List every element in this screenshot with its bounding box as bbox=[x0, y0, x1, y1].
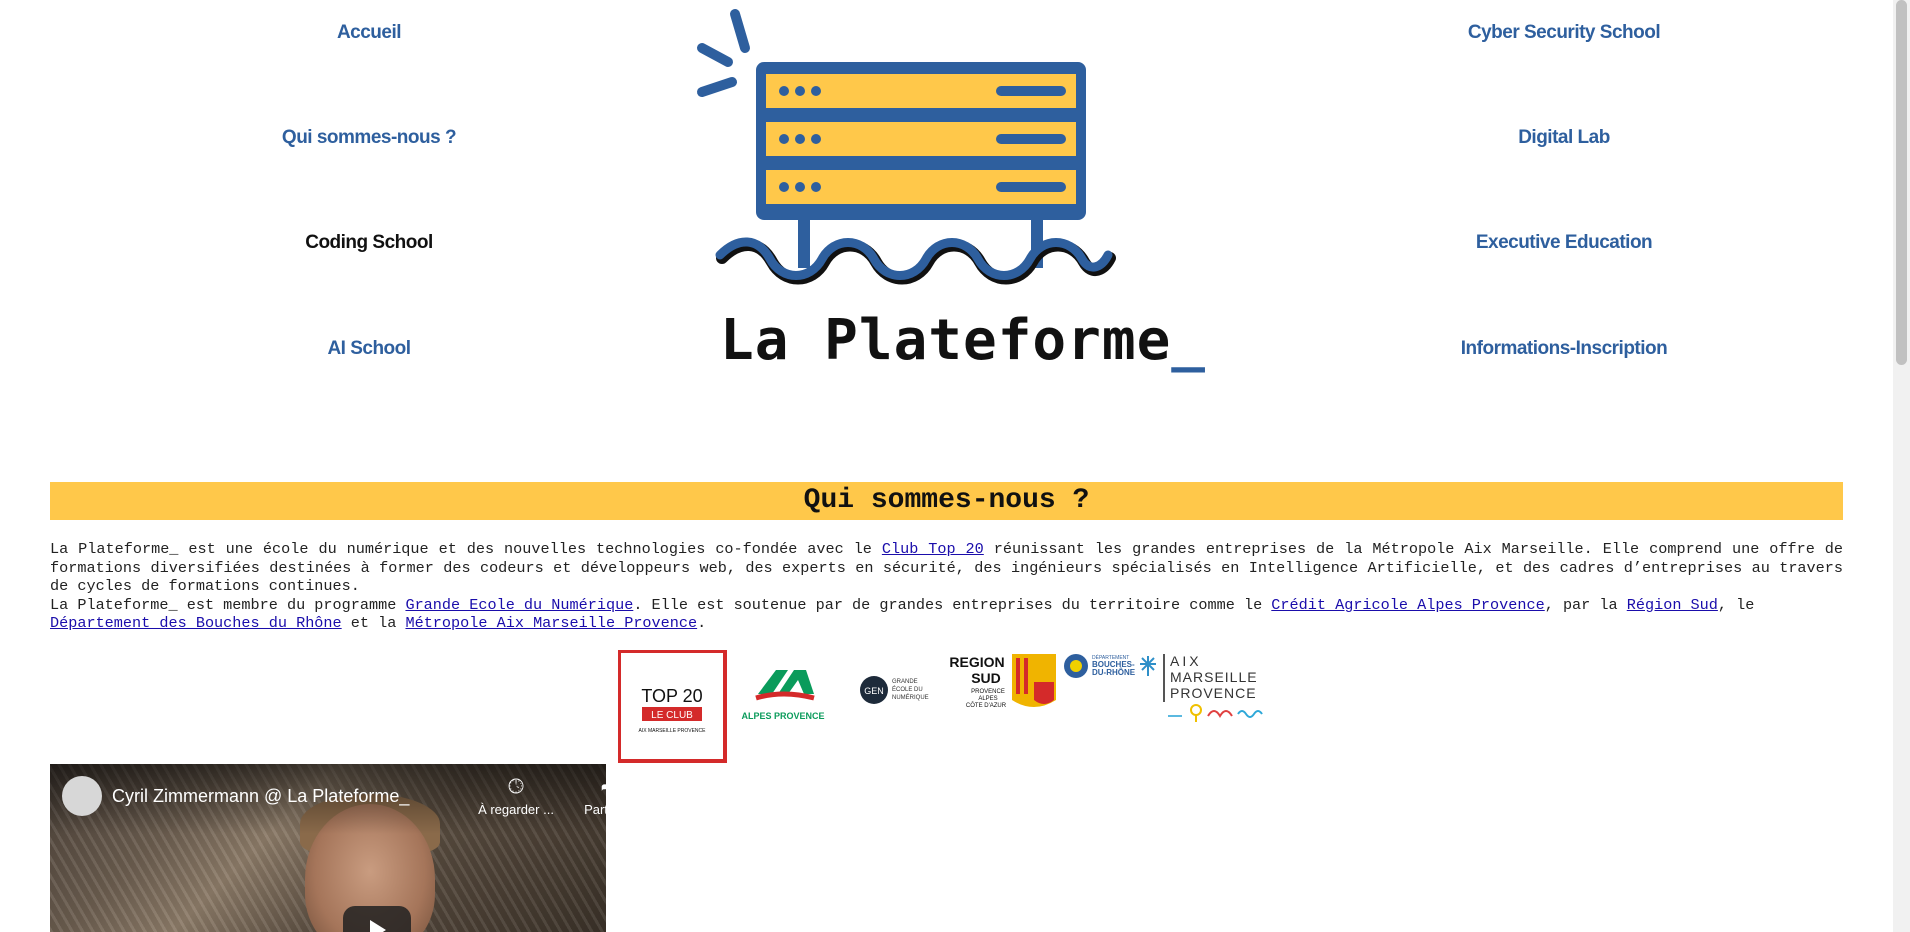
watch-later-button[interactable]: 🕓︎ À regarder ... bbox=[471, 776, 561, 817]
channel-avatar[interactable] bbox=[62, 776, 102, 816]
scrollbar[interactable] bbox=[1893, 0, 1910, 932]
top20-line2: LE CLUB bbox=[651, 710, 693, 721]
logo-credit-agricole[interactable]: ALPES PROVENCE bbox=[741, 670, 825, 721]
intro-paragraph-2: La Plateforme_ est membre du programme G… bbox=[50, 596, 1843, 633]
text-span: . Elle est soutenue par de grandes entre… bbox=[633, 595, 1272, 614]
link-metropole-aix-marseille[interactable]: Métropole Aix Marseille Provence bbox=[405, 614, 697, 632]
metro-line1: AIX bbox=[1170, 653, 1202, 669]
nav-ai-school[interactable]: AI School bbox=[219, 338, 519, 360]
link-region-sud[interactable]: Région Sud bbox=[1627, 596, 1718, 614]
top20-line3: AIX MARSEILLE PROVENCE bbox=[639, 728, 707, 734]
text-span: , par la bbox=[1544, 595, 1627, 614]
play-button[interactable] bbox=[343, 906, 411, 932]
logo-top20[interactable]: TOP 20 LE CLUB AIX MARSEILLE PROVENCE bbox=[618, 650, 727, 763]
nav-digital-lab[interactable]: Digital Lab bbox=[1414, 127, 1714, 149]
logo-metropole[interactable]: AIX MARSEILLE PROVENCE bbox=[1163, 653, 1263, 722]
region-line4: ALPES bbox=[978, 696, 997, 702]
gen-line1: GRANDE bbox=[892, 679, 918, 685]
dep-line3: DU-RHÔNE bbox=[1092, 668, 1136, 677]
nav-informations-inscription[interactable]: Informations-Inscription bbox=[1414, 338, 1714, 360]
nav-coding-school[interactable]: Coding School bbox=[219, 232, 519, 254]
share-icon: ➦ bbox=[564, 776, 606, 798]
top20-line1: TOP 20 bbox=[641, 686, 702, 706]
site-title[interactable]: La Plateforme_ bbox=[720, 308, 1205, 373]
text-span: . bbox=[697, 614, 707, 632]
text-span: La Plateforme_ est une école du numériqu… bbox=[50, 540, 882, 558]
partner-logos: TOP 20 LE CLUB AIX MARSEILLE PROVENCE AL… bbox=[618, 650, 1263, 763]
video-embed[interactable]: Cyril Zimmermann @ La Plateforme_ 🕓︎ À r… bbox=[50, 764, 606, 932]
watch-later-label: À regarder ... bbox=[478, 802, 554, 817]
ca-name: ALPES PROVENCE bbox=[741, 711, 824, 721]
nav-qui-sommes-nous[interactable]: Qui sommes-nous ? bbox=[219, 127, 519, 149]
region-line2: SUD bbox=[971, 670, 1001, 686]
intro-paragraph-1: La Plateforme_ est une école du numériqu… bbox=[50, 540, 1843, 596]
link-departement-bouches-du-rhone[interactable]: Département des Bouches du Rhône bbox=[50, 614, 342, 632]
text-span: La Plateforme_ est membre du programme bbox=[50, 595, 406, 614]
nav-cyber-security-school[interactable]: Cyber Security School bbox=[1414, 22, 1714, 44]
region-line5: CÔTE D'AZUR bbox=[966, 702, 1007, 709]
share-button[interactable]: ➦ Partager bbox=[564, 776, 606, 817]
gen-line2: ÉCOLE DU bbox=[892, 686, 923, 693]
link-club-top-20[interactable]: Club Top 20 bbox=[882, 540, 984, 558]
intro-text: La Plateforme_ est une école du numériqu… bbox=[50, 540, 1843, 633]
clock-icon: 🕓︎ bbox=[508, 776, 524, 798]
site-title-text: La Plateforme bbox=[720, 308, 1172, 373]
nav-executive-education[interactable]: Executive Education bbox=[1414, 232, 1714, 254]
logo-departement-13[interactable]: DÉPARTEMENT BOUCHES- DU-RHÔNE bbox=[1064, 654, 1156, 678]
site-title-cursor: _ bbox=[1171, 308, 1207, 373]
region-line3: PROVENCE bbox=[971, 689, 1005, 695]
link-credit-agricole[interactable]: Crédit Agricole Alpes Provence bbox=[1271, 596, 1544, 614]
text-span: et la bbox=[341, 614, 406, 632]
share-label: Partager bbox=[584, 802, 606, 817]
nav-accueil[interactable]: Accueil bbox=[219, 22, 519, 44]
region-line1: REGION bbox=[949, 654, 1004, 670]
section-header-bar: Qui sommes-nous ? bbox=[50, 482, 1843, 520]
video-title[interactable]: Cyril Zimmermann @ La Plateforme_ bbox=[112, 786, 409, 807]
metro-line2: MARSEILLE bbox=[1170, 669, 1258, 685]
gen-abbr: GEN bbox=[864, 686, 884, 696]
gen-line3: NUMÉRIQUE bbox=[892, 694, 929, 701]
logo-gen[interactable]: GEN GRANDE ÉCOLE DU NUMÉRIQUE bbox=[860, 676, 929, 704]
text-span: , le bbox=[1717, 595, 1755, 614]
metro-line3: PROVENCE bbox=[1170, 685, 1257, 701]
scrollbar-thumb[interactable] bbox=[1896, 0, 1907, 365]
link-grande-ecole-numerique[interactable]: Grande Ecole du Numérique bbox=[405, 596, 633, 614]
section-title: Qui sommes-nous ? bbox=[803, 485, 1090, 516]
server-rack-icon[interactable] bbox=[690, 0, 1140, 300]
logo-region-sud[interactable]: REGION SUD PROVENCE ALPES CÔTE D'AZUR bbox=[949, 654, 1056, 709]
